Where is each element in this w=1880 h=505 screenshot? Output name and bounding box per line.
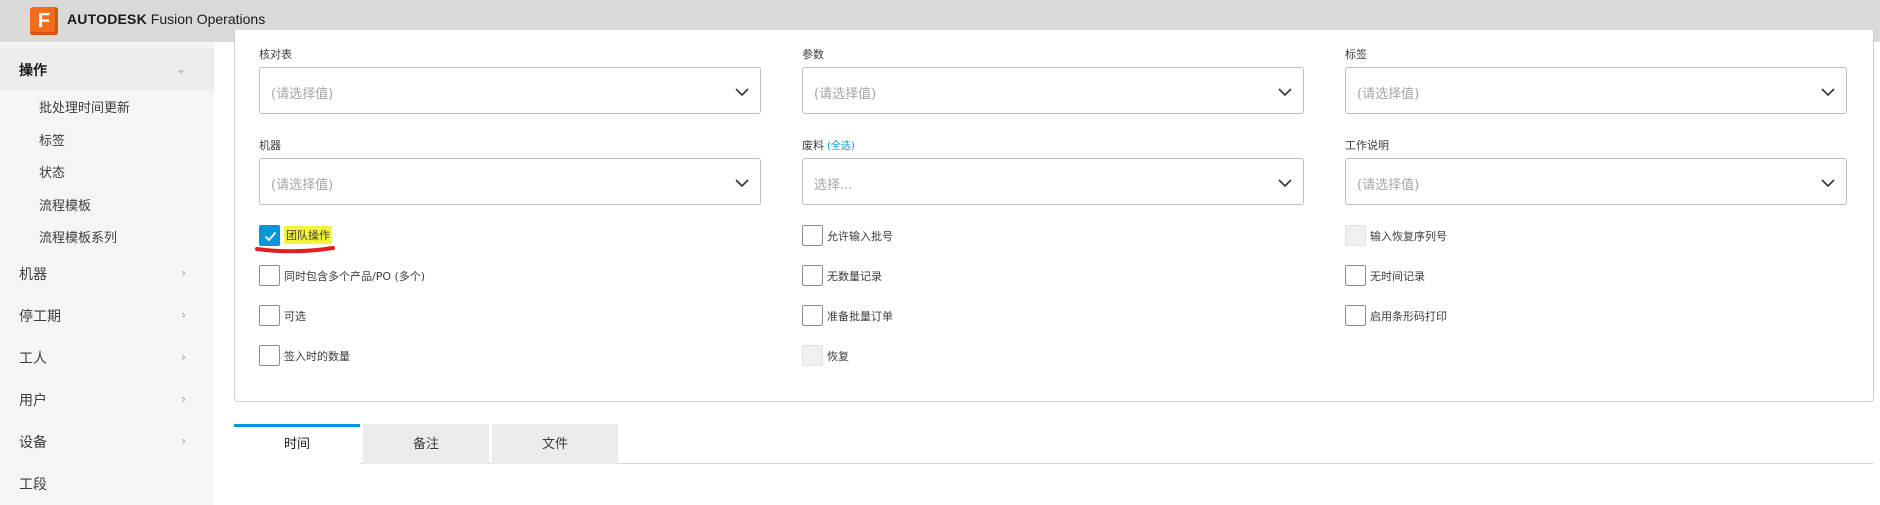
chevron-down-icon — [735, 179, 749, 188]
sidebar-group-work-sections[interactable]: 工段 — [0, 462, 214, 504]
sidebar-item-labels[interactable]: 标签 — [39, 130, 65, 149]
no-quantity-record-checkbox[interactable]: 无数量记录 — [802, 265, 1042, 287]
scrap-label-text: 废料 — [802, 139, 824, 152]
checkbox-box[interactable] — [802, 305, 823, 326]
select-placeholder: (请选择值) — [271, 87, 334, 102]
checkbox-box[interactable] — [259, 305, 280, 326]
scrap-label: 废料 (全选) — [802, 137, 855, 153]
sidebar-group-downtime[interactable]: 停工期 › — [0, 294, 214, 336]
checkbox-box — [1345, 225, 1366, 246]
work-instructions-select[interactable]: (请选择值) — [1345, 158, 1847, 205]
checkbox-label: 准备批量订单 — [827, 310, 893, 323]
chevron-right-icon: › — [181, 434, 186, 448]
tab-notes[interactable]: 备注 — [363, 424, 489, 464]
chevron-down-icon: ⌄ — [175, 62, 186, 76]
sidebar-group-label: 工人 — [19, 351, 47, 367]
checkbox-label: 恢复 — [827, 350, 849, 363]
sidebar-group-label: 工段 — [19, 477, 47, 493]
checkbox-box[interactable] — [259, 265, 280, 286]
sidebar-group-label: 设备 — [19, 435, 47, 451]
select-placeholder: (请选择值) — [271, 178, 334, 193]
sidebar-group-label: 机器 — [19, 267, 47, 283]
optional-checkbox[interactable]: 可选 — [259, 305, 499, 327]
checklist-label: 核对表 — [259, 48, 292, 61]
chevron-down-icon — [1821, 179, 1835, 188]
checkbox-label: 无数量记录 — [827, 270, 882, 283]
checkbox-box[interactable] — [259, 345, 280, 366]
chevron-right-icon: › — [181, 266, 186, 280]
machine-label: 机器 — [259, 139, 281, 152]
brand-product: Fusion Operations — [146, 11, 266, 27]
fusion-logo-icon: F — [30, 7, 58, 35]
sidebar-group-label: 用户 — [19, 393, 47, 409]
checkbox-box[interactable] — [1345, 265, 1366, 286]
prepare-batch-order-checkbox[interactable]: 准备批量订单 — [802, 305, 1042, 327]
tab-time[interactable]: 时间 — [234, 424, 360, 464]
parameters-label: 参数 — [802, 48, 824, 61]
chevron-right-icon: › — [181, 392, 186, 406]
sidebar-group-workers[interactable]: 工人 › — [0, 336, 214, 378]
checkbox-label: 签入时的数量 — [284, 350, 350, 363]
brand-title: AUTODESK Fusion Operations — [67, 11, 265, 27]
labels-select[interactable]: (请选择值) — [1345, 67, 1847, 114]
machine-select[interactable]: (请选择值) — [259, 158, 761, 205]
chevron-down-icon — [735, 88, 749, 97]
sidebar-group-operations[interactable]: 操作 ⌄ — [0, 48, 214, 90]
tab-files[interactable]: 文件 — [492, 424, 618, 464]
multi-product-po-checkbox[interactable]: 同时包含多个产品/PO (多个) — [259, 265, 499, 287]
select-placeholder: 选择... — [814, 178, 853, 193]
brand-autodesk: AUTODESK — [67, 11, 147, 27]
sidebar-item-batch-time-update[interactable]: 批处理时间更新 — [39, 97, 130, 116]
sidebar-item-process-template[interactable]: 流程模板 — [39, 195, 91, 214]
red-annotation-underline — [255, 246, 335, 254]
chevron-right-icon: › — [181, 308, 186, 322]
checklist-select[interactable]: (请选择值) — [259, 67, 761, 114]
sidebar-group-equipment[interactable]: 设备 › — [0, 420, 214, 462]
checkbox-box[interactable] — [802, 225, 823, 246]
select-placeholder: (请选择值) — [1357, 178, 1420, 193]
enable-barcode-print-checkbox[interactable]: 启用条形码打印 — [1345, 305, 1585, 327]
chevron-down-icon — [1278, 88, 1292, 97]
checkbox-label: 启用条形码打印 — [1370, 310, 1447, 323]
checkbox-label: 可选 — [284, 310, 306, 323]
select-placeholder: (请选择值) — [1357, 87, 1420, 102]
checkbox-box[interactable] — [802, 265, 823, 286]
sidebar-group-label: 停工期 — [19, 309, 61, 325]
sidebar-group-label: 操作 — [19, 63, 47, 79]
input-recovery-serial-checkbox: 输入恢复序列号 — [1345, 225, 1585, 247]
sidebar-item-status[interactable]: 状态 — [39, 162, 65, 181]
chevron-down-icon — [1821, 88, 1835, 97]
checkbox-label: 允许输入批号 — [827, 230, 893, 243]
work-instructions-label: 工作说明 — [1345, 139, 1389, 152]
checkbox-box[interactable] — [1345, 305, 1366, 326]
chevron-right-icon: › — [181, 350, 186, 364]
sidebar-group-machines[interactable]: 机器 › — [0, 252, 214, 294]
checkbox-box — [802, 345, 823, 366]
select-all-link[interactable]: (全选) — [827, 141, 855, 152]
scrap-select[interactable]: 选择... — [802, 158, 1304, 205]
allow-batch-input-checkbox[interactable]: 允许输入批号 — [802, 225, 1042, 247]
chevron-down-icon — [1278, 179, 1292, 188]
sidebar-item-process-template-series[interactable]: 流程模板系列 — [39, 227, 117, 246]
select-placeholder: (请选择值) — [814, 87, 877, 102]
no-time-record-checkbox[interactable]: 无时间记录 — [1345, 265, 1585, 287]
checkin-quantity-checkbox[interactable]: 签入时的数量 — [259, 345, 499, 367]
sidebar-group-users[interactable]: 用户 › — [0, 378, 214, 420]
parameters-select[interactable]: (请选择值) — [802, 67, 1304, 114]
sidebar: 操作 ⌄ 批处理时间更新 标签 状态 流程模板 流程模板系列 机器 › 停工期 … — [0, 42, 214, 505]
checkbox-label: 无时间记录 — [1370, 270, 1425, 283]
checkbox-label: 同时包含多个产品/PO (多个) — [284, 270, 426, 283]
recover-checkbox: 恢复 — [802, 345, 1042, 367]
labels-label: 标签 — [1345, 48, 1367, 61]
checkbox-label: 输入恢复序列号 — [1370, 230, 1447, 243]
